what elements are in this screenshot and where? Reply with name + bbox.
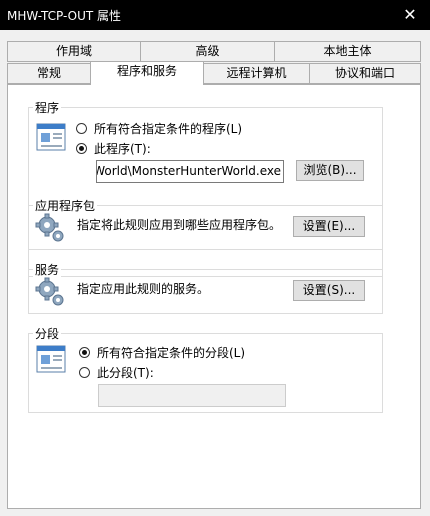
tab-label: 高级: [195, 44, 220, 58]
browse-button[interactable]: 浏览(B)...: [296, 160, 364, 181]
tab-general[interactable]: 常规: [7, 63, 91, 84]
programs-legend: 程序: [33, 99, 62, 116]
browse-label: 浏览(B)...: [303, 163, 357, 177]
program-window-icon: [36, 123, 66, 151]
tab-label: 协议和端口: [334, 66, 395, 80]
all-programs-radio[interactable]: 所有符合指定条件的程序(L): [76, 120, 242, 136]
all-segments-label: 所有符合指定条件的分段(L): [97, 345, 246, 360]
app-packages-settings-button[interactable]: 设置(E)...: [293, 216, 365, 237]
gears-icon: [35, 277, 64, 306]
all-programs-label: 所有符合指定条件的程序(L): [94, 121, 243, 136]
services-description: 指定应用此规则的服务。: [77, 282, 210, 296]
this-segment-radio-button[interactable]: [79, 366, 90, 378]
window-title: MHW-TCP-OUT 属性: [7, 9, 122, 23]
tab-local-principals[interactable]: 本地主体: [274, 41, 421, 62]
tab-remote-computers[interactable]: 远程计算机: [203, 63, 310, 84]
tab-advanced[interactable]: 高级: [140, 41, 275, 62]
all-segments-radio-button[interactable]: [79, 346, 90, 358]
title-bar: MHW-TCP-OUT 属性 ✕: [0, 0, 430, 30]
tab-label: 本地主体: [323, 44, 372, 58]
tab-label: 远程计算机: [226, 66, 287, 80]
program-path-input[interactable]: C:\Games\Monster Hunter World\MonsterHun…: [96, 160, 284, 183]
app-packages-settings-label: 设置(E)...: [302, 219, 356, 233]
all-segments-radio[interactable]: 所有符合指定条件的分段(L): [79, 344, 245, 360]
tab-label: 程序和服务: [116, 64, 177, 78]
this-program-label: 此程序(T):: [94, 141, 151, 156]
program-path-value: C:\Games\Monster Hunter World\MonsterHun…: [96, 164, 281, 178]
this-program-radio-button[interactable]: [76, 142, 87, 154]
tab-protocols-ports[interactable]: 协议和端口: [309, 63, 421, 84]
tab-label: 常规: [36, 66, 61, 80]
tab-label: 作用域: [55, 44, 92, 58]
close-button[interactable]: ✕: [390, 0, 430, 30]
segments-legend: 分段: [33, 325, 62, 342]
services-settings-button[interactable]: 设置(S)...: [293, 280, 365, 301]
app-packages-description: 指定将此规则应用到哪些应用程序包。: [77, 218, 282, 232]
this-program-radio[interactable]: 此程序(T):: [76, 140, 151, 156]
close-icon: ✕: [403, 5, 417, 24]
segment-window-icon: [36, 345, 66, 373]
tab-panel: 程序 所有符合指定条件的程序(L) 此程序(T): C:\Games\Monst…: [7, 84, 421, 509]
all-programs-radio-button[interactable]: [76, 122, 87, 134]
this-segment-label: 此分段(T):: [97, 365, 154, 380]
tab-scope[interactable]: 作用域: [7, 41, 141, 62]
segment-input: [98, 384, 286, 407]
gears-icon: [35, 213, 64, 242]
services-settings-label: 设置(S)...: [302, 283, 356, 297]
tab-programs-services[interactable]: 程序和服务: [90, 61, 204, 85]
this-segment-radio[interactable]: 此分段(T):: [79, 364, 154, 380]
